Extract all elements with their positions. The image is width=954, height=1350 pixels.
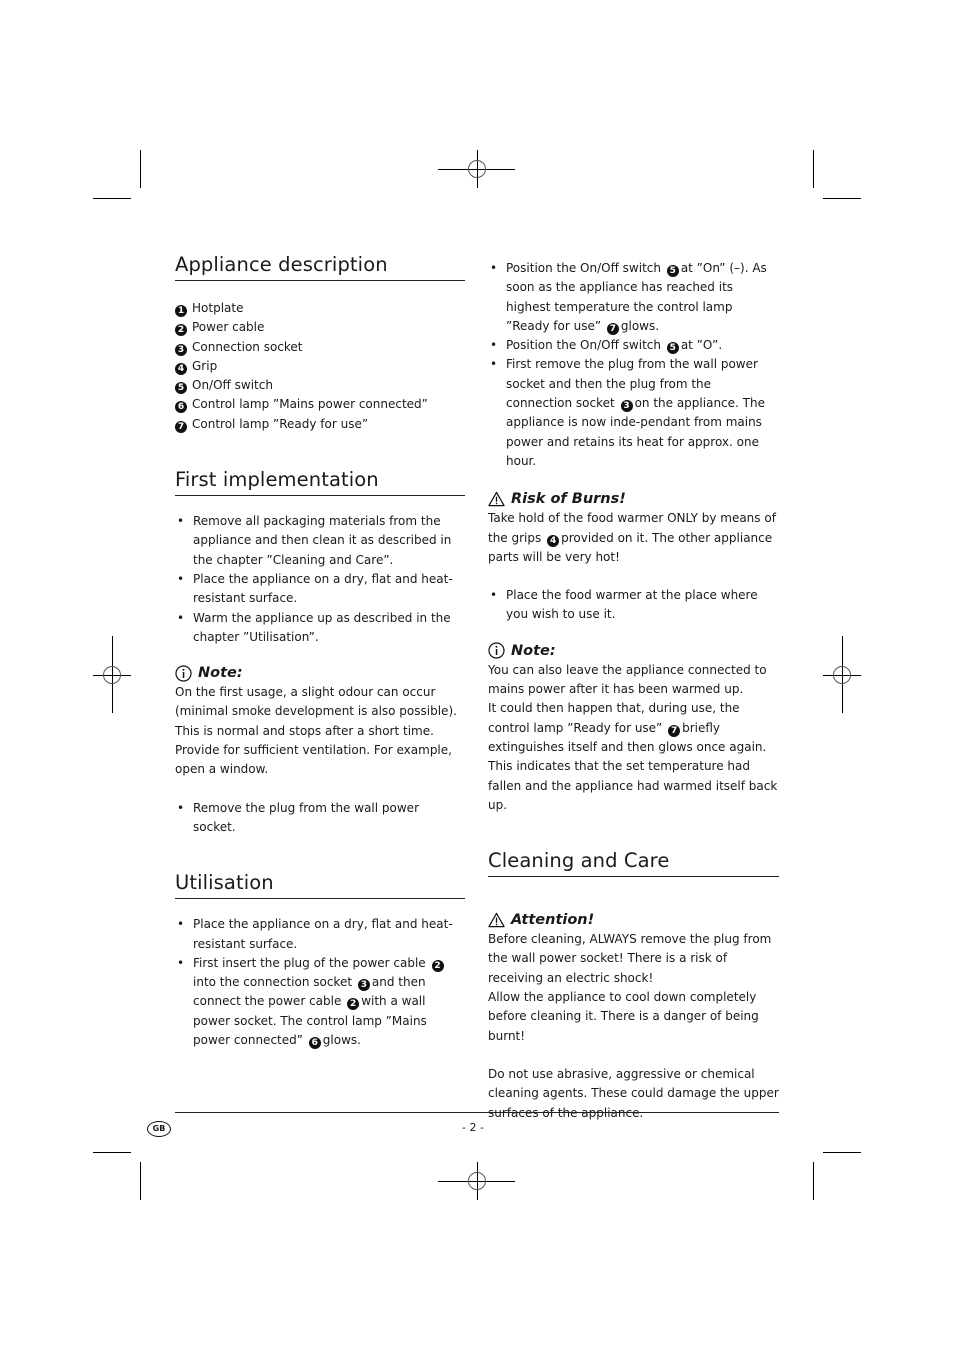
list-item: Place the appliance on a dry, flat and h… bbox=[175, 570, 465, 609]
number-badge-icon: 1 bbox=[175, 305, 187, 317]
note-heading: Note: bbox=[175, 663, 465, 683]
list-item: 1 Hotplate bbox=[175, 299, 465, 318]
note-text: You can also leave the appliance connect… bbox=[488, 662, 778, 812]
warning-icon bbox=[488, 912, 505, 929]
note-heading: Note: bbox=[488, 641, 779, 661]
language-badge: GB bbox=[147, 1121, 171, 1137]
left-column: Appliance description 1 Hotplate 2 Power c… bbox=[175, 252, 465, 1050]
number-badge-icon: 6 bbox=[308, 1037, 321, 1050]
list-item: 7 Control lamp ”Ready for use” bbox=[175, 415, 465, 434]
warning-text: Before cleaning, ALWAYS remove the plug … bbox=[488, 932, 772, 985]
number-badge-icon: 6 bbox=[175, 401, 187, 414]
warning-icon bbox=[488, 491, 505, 508]
section-heading: Utilisation bbox=[175, 870, 465, 900]
section-first-implementation: First implementation Remove all packagin… bbox=[175, 467, 465, 837]
list-item: Place the food warmer at the place where… bbox=[488, 586, 779, 625]
footer-divider bbox=[175, 1112, 779, 1113]
bullet-list: Remove the plug from the wall power sock… bbox=[175, 799, 465, 838]
warning-text: Allow the appliance to cool down complet… bbox=[488, 990, 759, 1043]
list-item: 6 Control lamp ”Mains power connected” bbox=[175, 395, 465, 414]
section-heading: Appliance description bbox=[175, 252, 465, 281]
number-badge-icon: 2 bbox=[431, 959, 444, 972]
number-badge-icon: 3 bbox=[620, 400, 633, 413]
info-icon bbox=[488, 642, 505, 659]
bullet-list: Position the On/Off switch 5at ”On” (–).… bbox=[488, 259, 779, 471]
section-heading: Cleaning and Care bbox=[488, 848, 779, 878]
number-badge-icon: 3 bbox=[357, 979, 370, 992]
warning-heading: Attention! bbox=[488, 910, 779, 930]
list-item: Position the On/Off switch 5at ”On” (–).… bbox=[488, 259, 779, 336]
right-column: Position the On/Off switch 5at ”On” (–).… bbox=[488, 259, 779, 1123]
list-item: Warm the appliance up as described in th… bbox=[175, 609, 465, 648]
list-item: Remove the plug from the wall power sock… bbox=[175, 799, 465, 838]
bullet-list: Place the food warmer at the place where… bbox=[488, 586, 779, 625]
warning-text: Take hold of the food warmer ONLY by mea… bbox=[488, 511, 776, 564]
number-badge-icon: 7 bbox=[668, 724, 681, 737]
section-utilisation: Utilisation Place the appliance on a dry… bbox=[175, 870, 465, 1050]
number-badge-icon: 3 bbox=[175, 343, 187, 356]
number-badge-icon: 7 bbox=[606, 322, 619, 335]
bullet-list: Remove all packaging materials from the … bbox=[175, 512, 465, 647]
section-appliance-description: Appliance description 1 Hotplate 2 Power c… bbox=[175, 252, 465, 434]
section-cleaning-and-care: Cleaning and Care Attention! Before clea… bbox=[488, 848, 779, 1123]
parts-list: 1 Hotplate 2 Power cable 3 Connection socke… bbox=[175, 299, 465, 434]
number-badge-icon: 2 bbox=[175, 324, 187, 337]
number-badge-icon: 5 bbox=[175, 382, 187, 395]
list-item: Place the appliance on a dry, flat and h… bbox=[175, 915, 465, 954]
warning-heading: Risk of Burns! bbox=[488, 489, 779, 509]
list-item: 5 On/Off switch bbox=[175, 376, 465, 395]
number-badge-icon: 5 bbox=[666, 265, 679, 277]
bullet-list: Place the appliance on a dry, flat and h… bbox=[175, 915, 465, 1050]
list-item: Position the On/Off switch 5at ”O”. bbox=[488, 336, 779, 356]
info-icon bbox=[175, 665, 192, 682]
list-item: 3 Connection socket bbox=[175, 338, 465, 357]
number-badge-icon: 4 bbox=[175, 362, 187, 375]
list-item: First insert the plug of the power cable… bbox=[175, 954, 465, 1050]
number-badge-icon: 4 bbox=[547, 534, 560, 547]
list-item: First remove the plug from the wall powe… bbox=[488, 355, 779, 471]
body-text: Do not use abrasive, aggressive or chemi… bbox=[488, 1066, 779, 1120]
number-badge-icon: 2 bbox=[347, 998, 360, 1011]
list-item: Remove all packaging materials from the … bbox=[175, 512, 465, 570]
number-badge-icon: 5 bbox=[666, 342, 679, 355]
number-badge-icon: 7 bbox=[175, 420, 187, 433]
note-text: On the first usage, a slight odour can o… bbox=[175, 685, 457, 777]
list-item: 4 Grip bbox=[175, 357, 465, 376]
list-item: 2 Power cable bbox=[175, 318, 465, 337]
page-number: - 2 - bbox=[462, 1121, 484, 1134]
section-heading: First implementation bbox=[175, 467, 465, 497]
